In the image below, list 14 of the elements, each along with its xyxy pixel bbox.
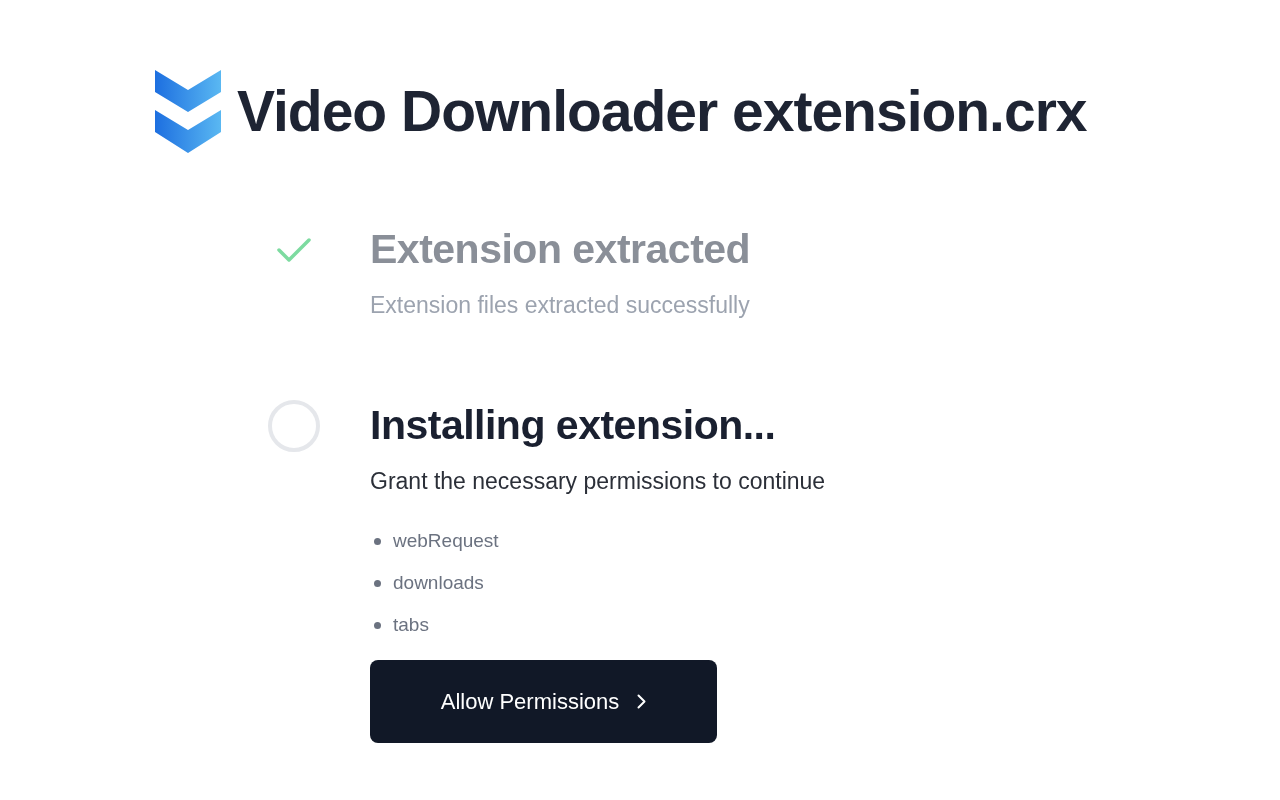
allow-permissions-button[interactable]: Allow Permissions [370,660,717,744]
permission-item: webRequest [393,529,499,554]
step-title: Extension extracted [370,225,751,274]
step-description: Grant the necessary permissions to continue [370,466,826,496]
bullet-icon [374,621,381,629]
bullet-icon [374,579,381,587]
step-description: Extension files extracted successfully [370,291,751,321]
permission-item: tabs [393,613,429,638]
bullet-icon [374,537,381,545]
logo-icon [155,70,221,153]
permission-item: downloads [393,571,484,596]
chevron-right-icon [637,694,647,710]
page-title: Video Downloader extension.crx [237,83,1087,140]
step-title: Installing extension... [370,400,777,450]
